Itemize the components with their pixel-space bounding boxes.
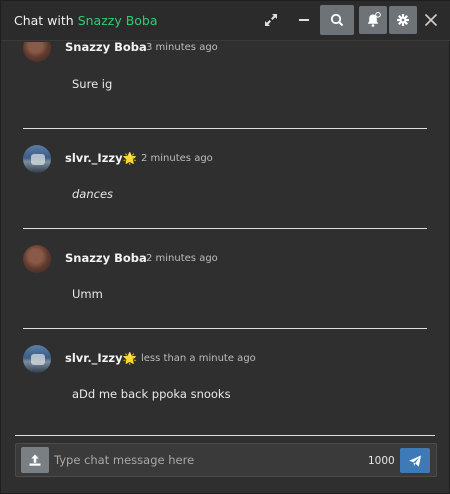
send-icon bbox=[409, 455, 421, 467]
star-emoji-icon: 🌟 bbox=[122, 351, 137, 365]
avatar[interactable] bbox=[23, 145, 51, 173]
chat-header: Chat with Snazzy Boba bbox=[1, 1, 450, 41]
close-icon bbox=[424, 13, 438, 27]
send-button[interactable] bbox=[400, 448, 430, 473]
message-divider bbox=[23, 228, 427, 229]
chat-message: Snazzy Boba 3 minutes ago Sure ig bbox=[23, 42, 428, 102]
message-author[interactable]: slvr._Izzy🌟 bbox=[65, 351, 137, 365]
message-list[interactable]: Snazzy Boba 3 minutes ago Sure ig slvr._… bbox=[1, 42, 450, 434]
bell-icon bbox=[368, 12, 381, 27]
message-timestamp: less than a minute ago bbox=[141, 353, 256, 364]
message-author-name: slvr._Izzy bbox=[65, 351, 123, 365]
message-author[interactable]: Snazzy Boba bbox=[65, 251, 147, 265]
chat-message-input[interactable] bbox=[54, 451, 354, 469]
minimize-button[interactable] bbox=[290, 6, 318, 34]
message-text: aDd me back ppoka snooks bbox=[72, 387, 231, 401]
star-emoji-icon: 🌟 bbox=[122, 151, 137, 165]
chat-message: slvr._Izzy🌟 2 minutes ago dances bbox=[23, 144, 428, 214]
message-text: dances bbox=[72, 187, 114, 201]
avatar[interactable] bbox=[23, 42, 51, 62]
close-button[interactable] bbox=[417, 6, 445, 34]
avatar[interactable] bbox=[23, 345, 51, 373]
search-button[interactable] bbox=[320, 5, 354, 35]
chat-title-name: Snazzy Boba bbox=[77, 13, 158, 28]
message-author-name: slvr._Izzy bbox=[65, 151, 123, 165]
chat-window: Chat with Snazzy Boba Snazzy Boba 3 minu… bbox=[0, 0, 450, 494]
upload-icon bbox=[29, 454, 41, 466]
message-composer: 1000 bbox=[15, 443, 437, 477]
message-divider bbox=[23, 128, 427, 129]
minimize-icon bbox=[299, 19, 309, 21]
message-author[interactable]: Snazzy Boba bbox=[65, 42, 147, 54]
message-divider bbox=[23, 328, 427, 329]
message-text: Sure ig bbox=[72, 77, 113, 91]
expand-icon bbox=[265, 14, 277, 26]
message-timestamp: 2 minutes ago bbox=[146, 253, 218, 264]
gear-icon bbox=[397, 14, 409, 26]
chat-title: Chat with Snazzy Boba bbox=[14, 13, 158, 28]
chat-message: slvr._Izzy🌟 less than a minute ago aDd m… bbox=[23, 344, 428, 414]
message-author[interactable]: slvr._Izzy🌟 bbox=[65, 151, 137, 165]
chat-message: Snazzy Boba 2 minutes ago Umm bbox=[23, 244, 428, 314]
search-icon bbox=[330, 13, 344, 27]
composer-divider bbox=[15, 435, 435, 436]
chat-title-prefix: Chat with bbox=[14, 13, 78, 28]
message-timestamp: 3 minutes ago bbox=[146, 42, 218, 53]
message-timestamp: 2 minutes ago bbox=[141, 153, 213, 164]
upload-button[interactable] bbox=[21, 447, 49, 473]
character-counter: 1000 bbox=[368, 455, 395, 467]
notifications-button[interactable] bbox=[359, 6, 387, 34]
settings-button[interactable] bbox=[389, 6, 417, 34]
message-text: Umm bbox=[72, 287, 103, 301]
expand-button[interactable] bbox=[257, 6, 285, 34]
avatar[interactable] bbox=[23, 245, 51, 273]
